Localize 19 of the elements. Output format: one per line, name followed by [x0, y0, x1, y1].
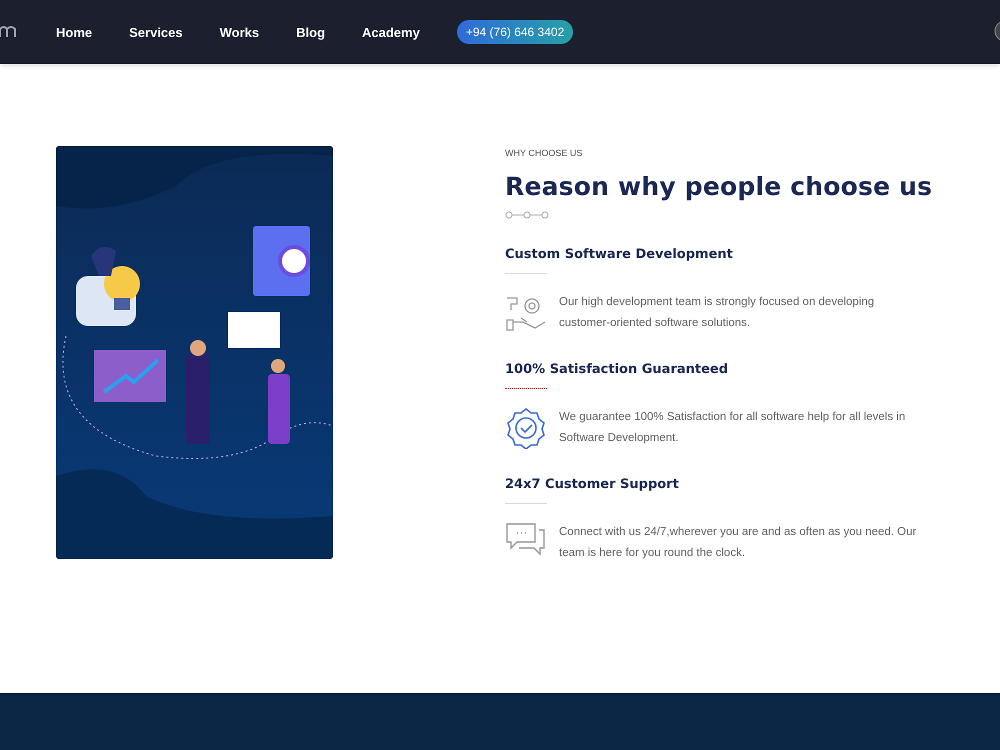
- feature-title: Custom Software Development: [505, 247, 734, 262]
- feature-description: Our high development team is strongly focused on developing customer-oriented software solutions.: [559, 295, 876, 331]
- nav-link[interactable]: Services: [129, 24, 183, 40]
- nav-link[interactable]: Home: [56, 24, 92, 40]
- avatar-icon[interactable]: [994, 20, 1000, 42]
- feature-title: 100% Satisfaction Guaranteed: [505, 362, 730, 377]
- phone-button[interactable]: +94 (76) 646 3402: [456, 20, 574, 44]
- feature-title: 24x7 Customer Support: [505, 477, 680, 492]
- feature-description: Connect with us 24/7,wherever you are and as often as you need. Our team is here for you round the clock.: [559, 525, 918, 561]
- badge-check-icon: [505, 407, 547, 449]
- section-eyebrow: WHY CHOOSE US: [505, 148, 584, 158]
- chat-icon: [505, 522, 547, 558]
- nav-link[interactable]: Academy: [362, 24, 420, 40]
- logo-icon[interactable]: [0, 25, 16, 39]
- divider-dots-icon: [505, 211, 549, 219]
- feature-description: We guarantee 100% Satisfaction for all software help for all levels in Software Development.: [559, 410, 906, 446]
- nav-link[interactable]: Blog: [296, 24, 326, 40]
- section-title: Reason why people choose us: [505, 172, 934, 201]
- nav-link[interactable]: Works: [220, 24, 260, 40]
